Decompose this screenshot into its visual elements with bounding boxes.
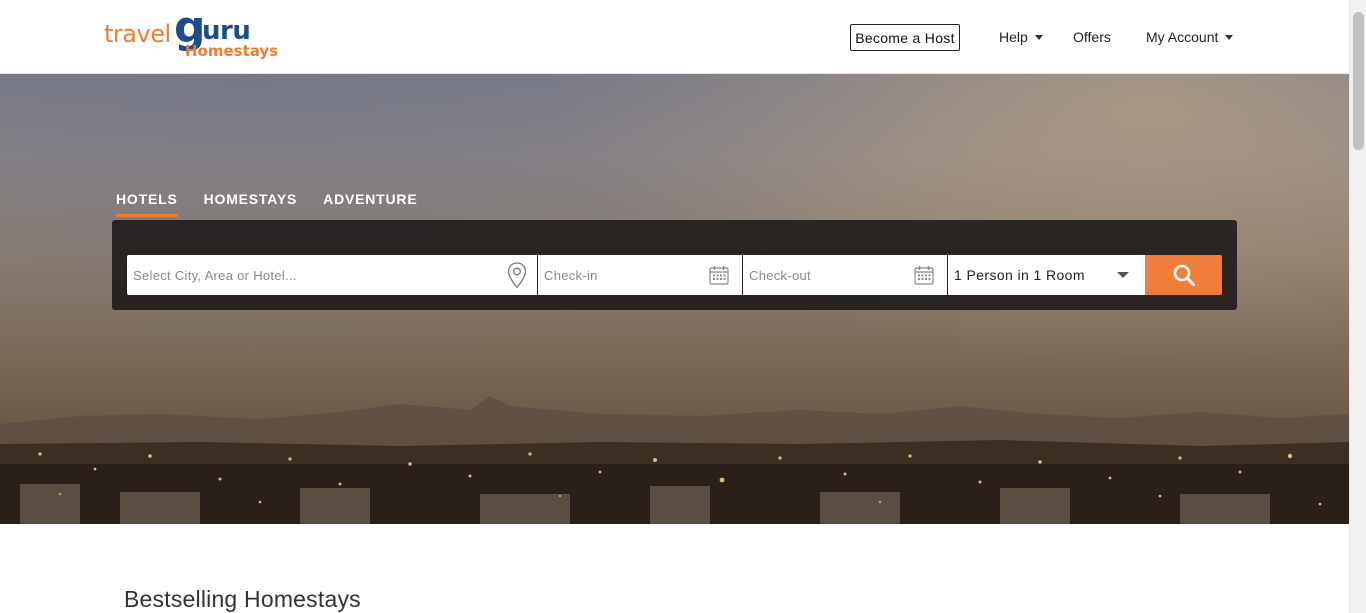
caret-down-icon <box>1034 34 1043 40</box>
logo-travel-text: travel <box>104 20 171 48</box>
guests-rooms-select[interactable]: 1 Person in 1 Room <box>948 255 1145 295</box>
dropdown-arrow-icon <box>1117 272 1129 278</box>
calendar-icon <box>914 266 934 285</box>
tab-adventure[interactable]: ADVENTURE <box>323 191 417 217</box>
search-panel: Select City, Area or Hotel... Check-in C… <box>112 220 1237 310</box>
checkin-placeholder: Check-in <box>544 267 598 283</box>
offers-label: Offers <box>1073 29 1111 45</box>
offers-link[interactable]: Offers <box>1073 24 1111 50</box>
city-search-input[interactable]: Select City, Area or Hotel... <box>127 255 537 295</box>
page-scrollbar[interactable] <box>1349 0 1366 613</box>
help-label: Help <box>999 29 1028 45</box>
tab-hotels[interactable]: HOTELS <box>116 191 178 217</box>
search-icon <box>1173 264 1195 286</box>
become-host-button[interactable]: Become a Host <box>850 24 960 51</box>
travelguru-homestays-logo[interactable]: travel g uru Homestays <box>104 2 314 62</box>
guests-rooms-value: 1 Person in 1 Room <box>954 267 1085 283</box>
search-button[interactable] <box>1145 255 1222 295</box>
my-account-label: My Account <box>1146 29 1219 45</box>
checkin-date-input[interactable]: Check-in <box>538 255 742 295</box>
hero-banner: HOTELS HOMESTAYS ADVENTURE Select City, … <box>0 74 1349 524</box>
calendar-icon <box>709 266 729 285</box>
tab-homestays[interactable]: HOMESTAYS <box>204 191 298 217</box>
my-account-menu[interactable]: My Account <box>1146 24 1234 50</box>
caret-down-icon <box>1225 34 1234 40</box>
help-menu[interactable]: Help <box>999 24 1043 50</box>
city-skyline-image <box>0 396 1349 524</box>
city-placeholder: Select City, Area or Hotel... <box>133 267 297 283</box>
scrollbar-thumb[interactable] <box>1353 12 1364 150</box>
location-pin-icon <box>507 262 527 289</box>
checkout-date-input[interactable]: Check-out <box>743 255 947 295</box>
checkout-placeholder: Check-out <box>749 267 811 283</box>
bestselling-homestays-heading: Bestselling Homestays <box>124 586 361 612</box>
search-type-tabs: HOTELS HOMESTAYS ADVENTURE <box>116 191 443 217</box>
logo-homestays-text: Homestays <box>185 42 279 60</box>
site-header: travel g uru Homestays Become a Host Hel… <box>0 0 1349 74</box>
